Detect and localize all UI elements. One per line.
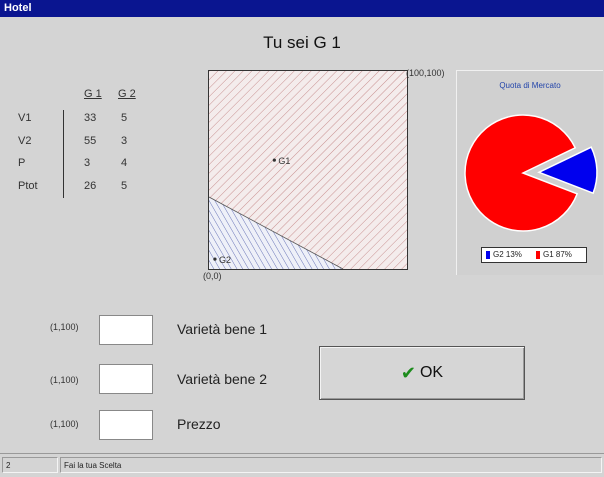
app-window: Hotel Tu sei G 1 G 1 G 2 V1 33 5 V2 55 3… <box>0 0 604 477</box>
plot-point-g1 <box>272 158 276 162</box>
legend-swatch-g2 <box>486 251 490 259</box>
legend-swatch-g1 <box>536 251 540 259</box>
cell-g1: 26 <box>84 180 97 192</box>
pie-legend: G2 13% G1 87% <box>481 247 587 263</box>
plot-point-label: G2 <box>219 255 231 265</box>
row-label: V2 <box>18 135 32 147</box>
status-message: Fai la tua Scelta <box>60 457 602 473</box>
plot-point-g2 <box>213 257 217 261</box>
cell-g1: 55 <box>84 135 97 147</box>
table-divider <box>63 110 64 198</box>
variety-good-2-label: Varietà bene 2 <box>177 371 268 387</box>
ok-button-content[interactable]: ✔ OK <box>320 347 524 399</box>
price-label: Prezzo <box>177 416 221 432</box>
market-share-title: Quota di Mercato <box>499 81 561 90</box>
market-share-pie <box>464 114 598 232</box>
page-title: Tu sei G 1 <box>263 33 341 52</box>
status-bar: 2 Fai la tua Scelta <box>0 453 604 477</box>
legend-entry-g1: G1 87% <box>543 250 572 259</box>
variety-good-1-input[interactable] <box>99 315 153 345</box>
price-input[interactable] <box>99 410 153 440</box>
position-plot: G1 G2 <box>208 70 408 270</box>
plot-corner-min: (0,0) <box>203 271 222 281</box>
variety-good-2-input[interactable] <box>99 364 153 394</box>
column-header-g2: G 2 <box>118 88 136 100</box>
cell-g1: 33 <box>84 112 97 124</box>
plot-canvas: G1 G2 <box>209 71 407 269</box>
cell-g2: 4 <box>121 157 128 169</box>
range-hint: (1,100) <box>50 419 79 429</box>
plot-corner-max: (100,100) <box>406 68 445 78</box>
status-round: 2 <box>2 457 58 473</box>
cell-g2: 5 <box>121 112 128 124</box>
plot-point-label: G1 <box>278 156 290 166</box>
ok-button[interactable]: ✔ OK <box>319 346 525 400</box>
legend-entry-g2: G2 13% <box>493 250 522 259</box>
range-hint: (1,100) <box>50 322 79 332</box>
cell-g1: 3 <box>84 157 91 169</box>
title-bar: Hotel <box>0 0 604 17</box>
row-label: Ptot <box>18 180 38 192</box>
cell-g2: 3 <box>121 135 128 147</box>
variety-good-1-label: Varietà bene 1 <box>177 321 268 337</box>
ok-button-label: OK <box>419 364 444 381</box>
window-title: Hotel <box>4 2 32 14</box>
row-label: V1 <box>18 112 32 124</box>
cell-g2: 5 <box>121 180 128 192</box>
column-header-g1: G 1 <box>84 88 102 100</box>
market-share-panel: Quota di Mercato G2 13% G1 87% <box>456 70 603 275</box>
range-hint: (1,100) <box>50 375 79 385</box>
row-label: P <box>18 157 26 169</box>
checkmark-icon: ✔ <box>400 362 416 383</box>
